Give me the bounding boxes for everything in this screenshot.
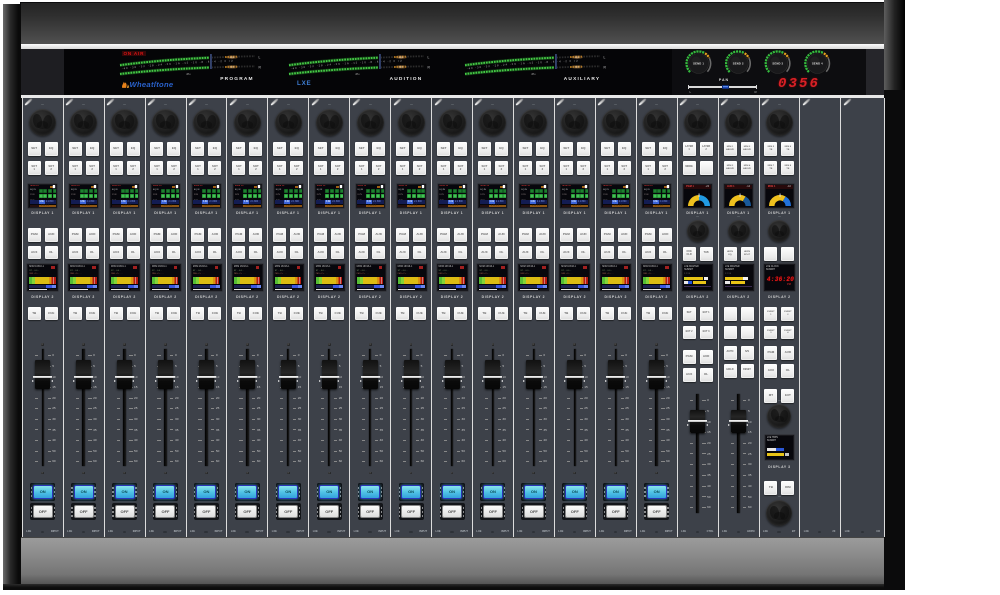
svg-text:dBu: dBu	[186, 72, 191, 76]
svg-text:dBu: dBu	[355, 72, 360, 76]
svg-text:PROGRAM: PROGRAM	[220, 76, 253, 82]
svg-text:L: L	[428, 55, 430, 59]
svg-text:R: R	[428, 65, 431, 69]
svg-text:SEND 3: SEND 3	[772, 62, 783, 66]
svg-text:L: L	[604, 55, 606, 59]
svg-text:AUXILIARY: AUXILIARY	[564, 76, 600, 82]
svg-text:L: L	[259, 55, 261, 59]
svg-text:SEND 4: SEND 4	[812, 62, 823, 66]
svg-text:dBu: dBu	[531, 72, 536, 76]
svg-text:SEND 1: SEND 1	[693, 62, 704, 66]
svg-text:R: R	[259, 65, 262, 69]
svg-text:SEND 2: SEND 2	[733, 62, 744, 66]
svg-text:R: R	[604, 65, 607, 69]
svg-text:AUDITION: AUDITION	[390, 76, 423, 82]
